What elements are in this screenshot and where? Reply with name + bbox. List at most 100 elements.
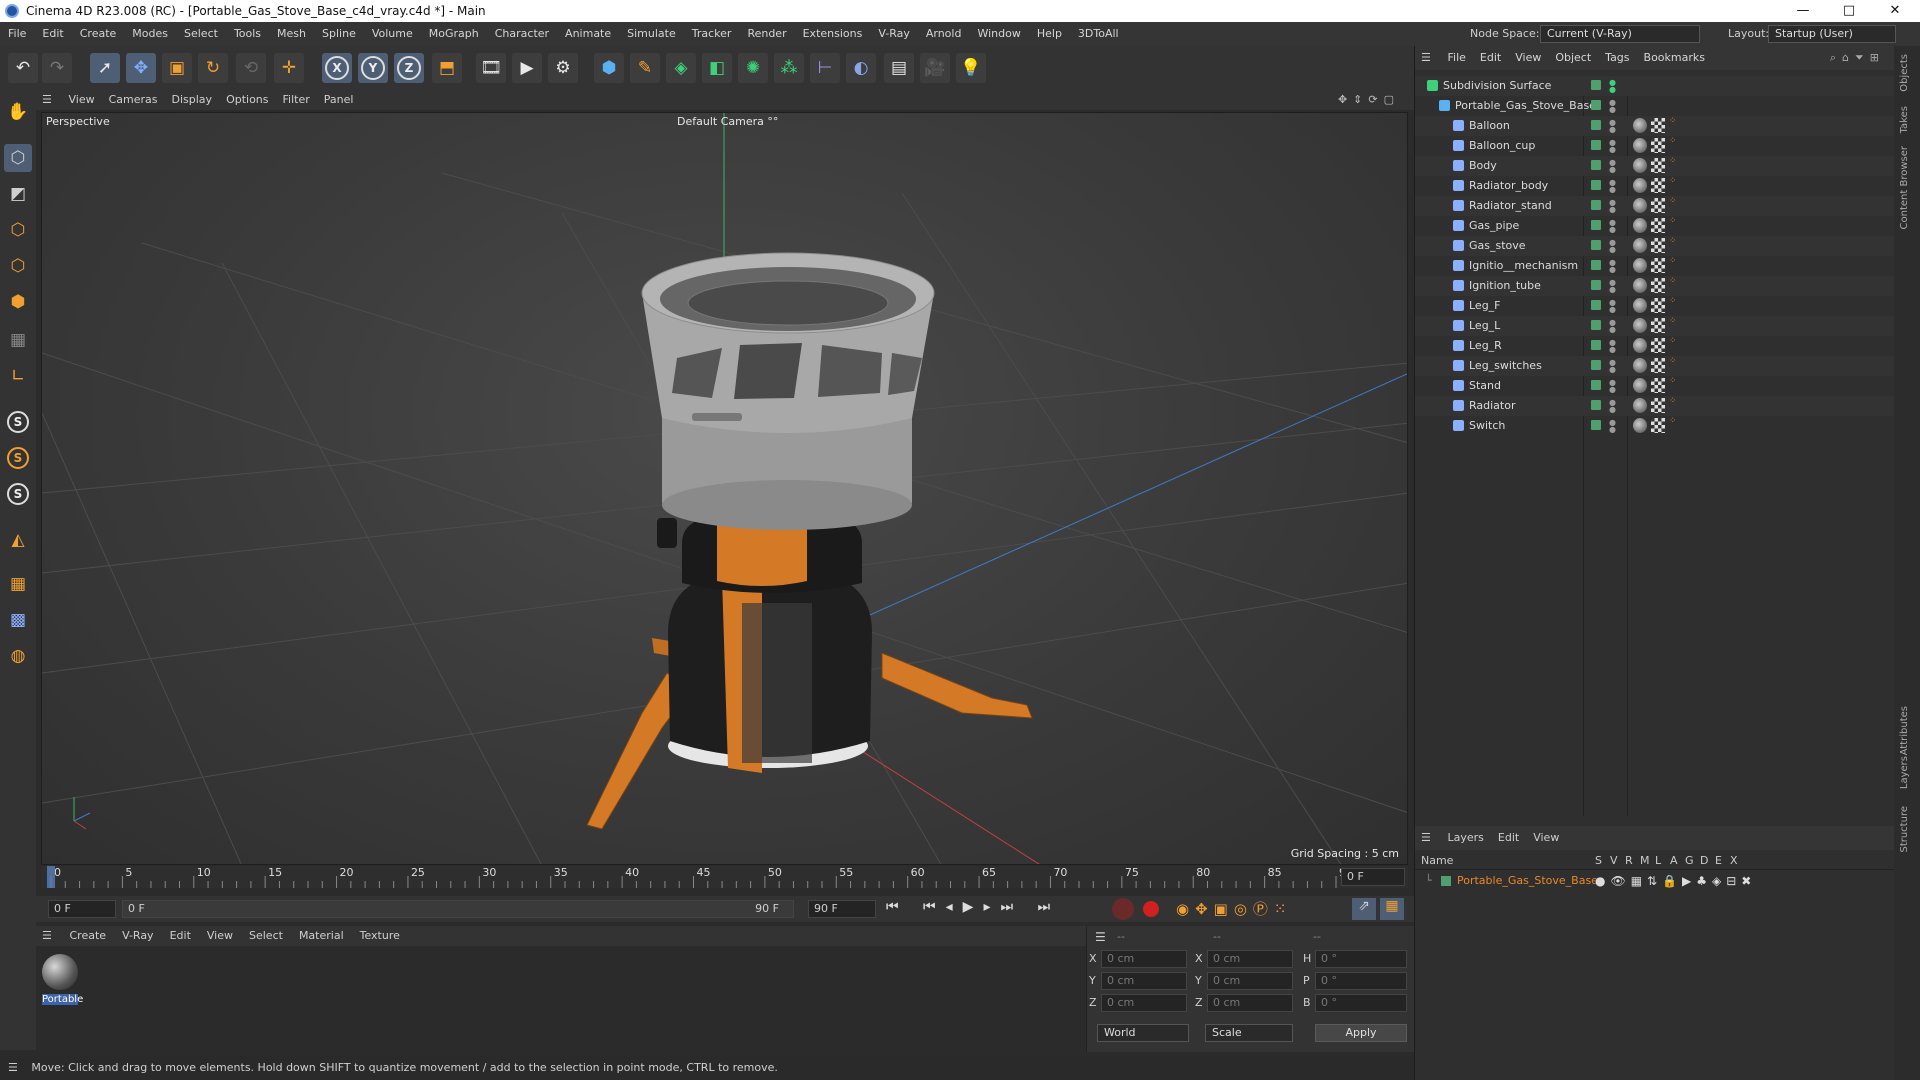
material-tag-icon[interactable] xyxy=(1633,338,1647,353)
texture-tag-icon[interactable] xyxy=(1651,158,1665,173)
layout-dropdown[interactable]: Startup (User) xyxy=(1768,25,1896,43)
autokey-icon[interactable] xyxy=(1140,898,1162,920)
material-menu-texture[interactable]: Texture xyxy=(352,926,408,946)
object-leg-switches[interactable]: Leg_switches ● ● ⁘ xyxy=(1415,356,1895,376)
menu-spline[interactable]: Spline xyxy=(314,22,364,46)
vray-tag-icon[interactable]: ⁘ xyxy=(1669,117,1679,133)
gas-stove-model[interactable] xyxy=(586,252,1033,830)
object-menu-view[interactable]: View xyxy=(1508,46,1548,70)
coord-rot-field[interactable]: 0 ° xyxy=(1315,950,1407,968)
side-tab-content-browser[interactable]: Content Browser xyxy=(1899,146,1910,229)
vray-tag-icon[interactable]: ⁘ xyxy=(1669,277,1679,293)
coord-mode-dropdown[interactable]: Scale xyxy=(1205,1024,1293,1042)
dope-sheet-icon[interactable]: ▦ xyxy=(1380,898,1404,920)
render-region-icon[interactable]: 🎞 xyxy=(476,53,506,83)
points-mode-icon[interactable]: ⬡ xyxy=(4,216,32,244)
undo-icon[interactable]: ↶ xyxy=(8,53,38,83)
rotate-tool-icon[interactable]: ↻ xyxy=(198,53,228,83)
object-menu-tags[interactable]: Tags xyxy=(1598,46,1636,70)
snap-icon[interactable]: S xyxy=(4,408,32,436)
menu-mesh[interactable]: Mesh xyxy=(269,22,314,46)
texture-tag-icon[interactable] xyxy=(1651,138,1665,153)
visibility-dots-icon[interactable]: ● ● xyxy=(1609,219,1616,234)
material-menu-material[interactable]: Material xyxy=(291,926,352,946)
menu-modes[interactable]: Modes xyxy=(124,22,176,46)
timeline-mode-icon[interactable]: ⇗ xyxy=(1352,898,1376,920)
viewport-menu-options[interactable]: Options xyxy=(219,90,275,110)
texture-tag-icon[interactable] xyxy=(1651,118,1665,133)
vray-tag-icon[interactable]: ⁘ xyxy=(1669,237,1679,253)
coord-pos-field[interactable]: 0 cm xyxy=(1101,972,1187,990)
menu-tools[interactable]: Tools xyxy=(226,22,269,46)
object-name[interactable]: Balloon xyxy=(1469,116,1510,136)
layer-color-tag[interactable] xyxy=(1591,180,1601,190)
select-tool-icon[interactable]: ➚ xyxy=(90,53,120,83)
material-menu-v-ray[interactable]: V-Ray xyxy=(114,926,162,946)
texture-tag-icon[interactable] xyxy=(1651,258,1665,273)
vray-tag-icon[interactable]: ⁘ xyxy=(1669,377,1679,393)
object-name[interactable]: Switch xyxy=(1469,416,1505,436)
texture-tag-icon[interactable] xyxy=(1651,398,1665,413)
field-icon[interactable]: ◐ xyxy=(846,53,876,83)
layer-color-swatch[interactable] xyxy=(1441,876,1451,886)
object-radiator[interactable]: Radiator ● ● ⁘ xyxy=(1415,396,1895,416)
layer-col-m[interactable]: M xyxy=(1640,852,1650,870)
coords-hamburger-icon[interactable]: ☰ xyxy=(1095,930,1106,944)
camera-icon[interactable]: 🎥 xyxy=(920,53,950,83)
material-tag-icon[interactable] xyxy=(1633,158,1647,173)
menu-create[interactable]: Create xyxy=(72,22,125,46)
texture-tag-icon[interactable] xyxy=(1651,418,1665,433)
status-menu-icon[interactable]: ☰ xyxy=(0,1061,28,1074)
coord-pos-field[interactable]: 0 cm xyxy=(1101,994,1187,1012)
apply-button[interactable]: Apply xyxy=(1315,1024,1407,1042)
snap-settings-icon[interactable]: S xyxy=(4,444,32,472)
material-tag-icon[interactable] xyxy=(1633,138,1647,153)
node-space-dropdown[interactable]: Current (V-Ray) xyxy=(1540,25,1700,43)
close-button[interactable]: ✕ xyxy=(1872,0,1918,22)
layer-name[interactable]: Portable_Gas_Stove_Base xyxy=(1457,872,1598,890)
layer-row[interactable]: └ Portable_Gas_Stove_Base ●👁▦⇅🔒▶♣◈⊟✖ xyxy=(1415,872,1895,890)
layer-color-tag[interactable] xyxy=(1591,320,1601,330)
menu-mograph[interactable]: MoGraph xyxy=(421,22,487,46)
layer-color-tag[interactable] xyxy=(1591,100,1601,110)
layer-color-tag[interactable] xyxy=(1591,140,1601,150)
side-tab-takes[interactable]: Takes xyxy=(1899,106,1910,133)
vray-tag-icon[interactable]: ⁘ xyxy=(1669,317,1679,333)
menu-file[interactable]: File xyxy=(0,22,34,46)
material-tag-icon[interactable] xyxy=(1633,218,1647,233)
menu-render[interactable]: Render xyxy=(739,22,794,46)
3d-viewport[interactable]: Perspective Default Camera °° Grid Spaci… xyxy=(41,112,1408,865)
object-body[interactable]: Body ● ● ⁘ xyxy=(1415,156,1895,176)
vray-tag-icon[interactable]: ⁘ xyxy=(1669,137,1679,153)
material-tag-icon[interactable] xyxy=(1633,198,1647,213)
material-tag-icon[interactable] xyxy=(1633,178,1647,193)
grid-icon[interactable]: ▦ xyxy=(4,570,32,598)
layer-menu-layers[interactable]: Layers xyxy=(1441,826,1491,850)
layer-col-a[interactable]: A xyxy=(1670,852,1678,870)
layer-col-x[interactable]: X xyxy=(1730,852,1738,870)
layer-color-tag[interactable] xyxy=(1591,240,1601,250)
material-menu-select[interactable]: Select xyxy=(241,926,291,946)
material-tag-icon[interactable] xyxy=(1633,318,1647,333)
coord-size-field[interactable]: 0 cm xyxy=(1207,972,1293,990)
visibility-dots-icon[interactable]: ● ● xyxy=(1609,319,1616,334)
object-menu-edit[interactable]: Edit xyxy=(1473,46,1508,70)
object-ignition-tube[interactable]: Ignition_tube ● ● ⁘ xyxy=(1415,276,1895,296)
object-gas-stove[interactable]: Gas_stove ● ● ⁘ xyxy=(1415,236,1895,256)
object-name[interactable]: Gas_stove xyxy=(1469,236,1526,256)
material-tag-icon[interactable] xyxy=(1633,258,1647,273)
texture-tag-icon[interactable] xyxy=(1651,358,1665,373)
layer-col-l[interactable]: L xyxy=(1655,852,1661,870)
layer-color-tag[interactable] xyxy=(1591,420,1601,430)
layer-col-v[interactable]: V xyxy=(1610,852,1618,870)
end-frame-field[interactable]: 90 F xyxy=(808,900,876,918)
object-stand[interactable]: Stand ● ● ⁘ xyxy=(1415,376,1895,396)
object-root-subdivision[interactable]: Subdivision Surface ● ● xyxy=(1415,76,1895,96)
layer-color-tag[interactable] xyxy=(1591,380,1601,390)
lock-workplane-icon[interactable]: ▩ xyxy=(4,606,32,634)
visibility-dots-icon[interactable]: ● ● xyxy=(1609,159,1616,174)
texture-tag-icon[interactable] xyxy=(1651,338,1665,353)
visibility-dots-icon[interactable]: ● ● xyxy=(1609,259,1616,274)
vray-tag-icon[interactable]: ⁘ xyxy=(1669,157,1679,173)
menu-volume[interactable]: Volume xyxy=(364,22,421,46)
